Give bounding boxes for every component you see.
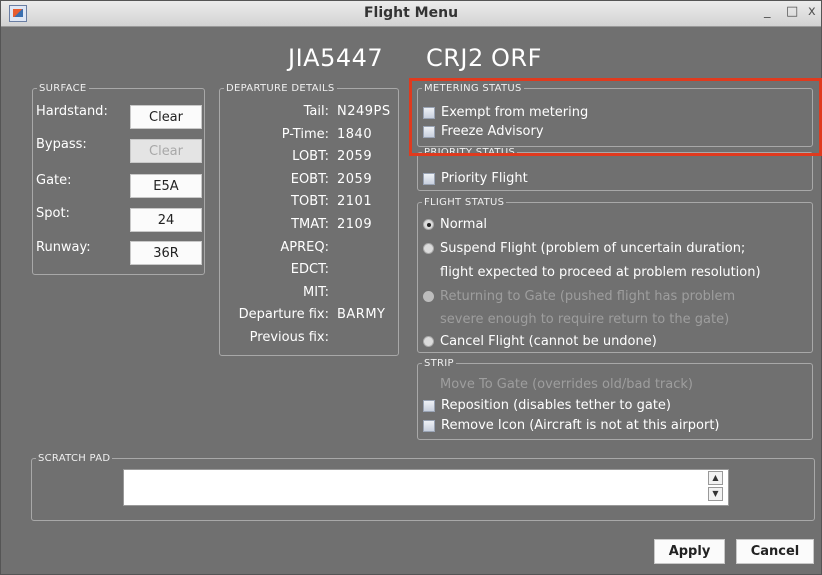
cancel-flight-label: Cancel Flight (cannot be undone) bbox=[440, 334, 657, 349]
hardstand-clear-button[interactable]: Clear bbox=[130, 105, 202, 129]
returning-to-gate-radio: Returning to Gate (pushed flight has pro… bbox=[423, 289, 735, 304]
spot-label: Spot: bbox=[36, 206, 70, 221]
title-bar: Flight Menu _ □ x bbox=[1, 1, 821, 27]
callsign-label: JIA5447 bbox=[288, 44, 384, 72]
departure-field-label: Departure fix: bbox=[238, 307, 329, 322]
suspend-flight-label-line2: flight expected to proceed at problem re… bbox=[440, 265, 761, 280]
radio-icon bbox=[423, 291, 434, 302]
priority-flight-label: Priority Flight bbox=[441, 171, 528, 186]
suspend-flight-radio[interactable]: Suspend Flight (problem of uncertain dur… bbox=[423, 241, 745, 256]
radio-selected-icon[interactable] bbox=[423, 219, 434, 230]
departure-field-label: TOBT: bbox=[291, 194, 329, 209]
flight-status-legend: FLIGHT STATUS bbox=[424, 197, 505, 208]
suspend-flight-label-continued: flight expected to proceed at problem re… bbox=[440, 265, 761, 280]
departure-field-value: BARMY bbox=[337, 307, 386, 322]
gate-label: Gate: bbox=[36, 173, 72, 188]
runway-button[interactable]: 36R bbox=[130, 241, 202, 265]
returning-to-gate-label: Returning to Gate (pushed flight has pro… bbox=[440, 289, 736, 304]
highlight-box bbox=[409, 78, 822, 156]
remove-icon-label: Remove Icon (Aircraft is not at this air… bbox=[441, 418, 720, 433]
departure-field-value: N249PS bbox=[337, 104, 391, 119]
reposition-label: Reposition (disables tether to gate) bbox=[441, 398, 671, 413]
apply-button[interactable]: Apply bbox=[654, 539, 725, 564]
remove-icon-checkbox[interactable]: Remove Icon (Aircraft is not at this air… bbox=[423, 418, 720, 433]
departure-field-label: Previous fix: bbox=[249, 330, 329, 345]
cancel-button[interactable]: Cancel bbox=[736, 539, 814, 564]
scroll-down-icon[interactable]: ▼ bbox=[708, 487, 723, 501]
scratch-pad-textarea[interactable] bbox=[123, 469, 729, 506]
radio-icon[interactable] bbox=[423, 336, 434, 347]
window-title: Flight Menu bbox=[363, 5, 459, 21]
move-to-gate-option: Move To Gate (overrides old/bad track) bbox=[440, 377, 693, 392]
departure-field-value: 2101 bbox=[337, 194, 373, 209]
close-button[interactable]: x bbox=[808, 4, 816, 19]
maximize-button[interactable]: □ bbox=[786, 4, 798, 19]
departure-field-label: P-Time: bbox=[281, 127, 329, 142]
normal-radio[interactable]: Normal bbox=[423, 217, 487, 232]
departure-field-value: 2059 bbox=[337, 172, 373, 187]
bypass-label: Bypass: bbox=[36, 137, 87, 152]
radio-icon[interactable] bbox=[423, 243, 434, 254]
departure-field-label: TMAT: bbox=[291, 217, 329, 232]
departure-field-label: APREQ: bbox=[280, 240, 329, 255]
normal-label: Normal bbox=[440, 217, 488, 232]
departure-field-value: 1840 bbox=[337, 127, 373, 142]
runway-label: Runway: bbox=[36, 240, 91, 255]
strip-legend: STRIP bbox=[424, 358, 454, 369]
bypass-clear-button: Clear bbox=[130, 139, 202, 163]
departure-field-label: MIT: bbox=[303, 285, 329, 300]
move-to-gate-label: Move To Gate (overrides old/bad track) bbox=[440, 377, 693, 392]
departure-field-label: LOBT: bbox=[292, 149, 329, 164]
departure-field-label: EOBT: bbox=[290, 172, 329, 187]
priority-flight-checkbox[interactable]: Priority Flight bbox=[423, 171, 528, 186]
departure-field-label: EDCT: bbox=[290, 262, 329, 277]
suspend-flight-label: Suspend Flight (problem of uncertain dur… bbox=[440, 241, 746, 256]
checkbox-box[interactable] bbox=[423, 399, 435, 412]
scratch-pad-legend: SCRATCH PAD bbox=[38, 453, 111, 464]
checkbox-box[interactable] bbox=[423, 172, 435, 185]
returning-to-gate-label-line2: severe enough to require return to the g… bbox=[440, 312, 730, 327]
departure-field-value: 2059 bbox=[337, 149, 373, 164]
reposition-checkbox[interactable]: Reposition (disables tether to gate) bbox=[423, 398, 671, 413]
airport-label: ORF bbox=[491, 44, 542, 72]
scroll-up-icon[interactable]: ▲ bbox=[708, 471, 723, 485]
departure-field-value: 2109 bbox=[337, 217, 373, 232]
minimize-button[interactable]: _ bbox=[764, 4, 771, 19]
flight-menu-window: Flight Menu _ □ x JIA5447 CRJ2 ORF SURFA… bbox=[0, 0, 822, 575]
departure-field-label: Tail: bbox=[303, 104, 329, 119]
checkbox-box[interactable] bbox=[423, 419, 435, 432]
spot-button[interactable]: 24 bbox=[130, 208, 202, 232]
returning-to-gate-label-continued: severe enough to require return to the g… bbox=[440, 312, 729, 327]
hardstand-label: Hardstand: bbox=[36, 104, 108, 119]
departure-details-legend: DEPARTURE DETAILS bbox=[226, 83, 335, 94]
gate-button[interactable]: E5A bbox=[130, 174, 202, 198]
surface-legend: SURFACE bbox=[39, 83, 87, 94]
aircraft-type-label: CRJ2 bbox=[426, 44, 484, 72]
cancel-flight-radio[interactable]: Cancel Flight (cannot be undone) bbox=[423, 334, 657, 349]
